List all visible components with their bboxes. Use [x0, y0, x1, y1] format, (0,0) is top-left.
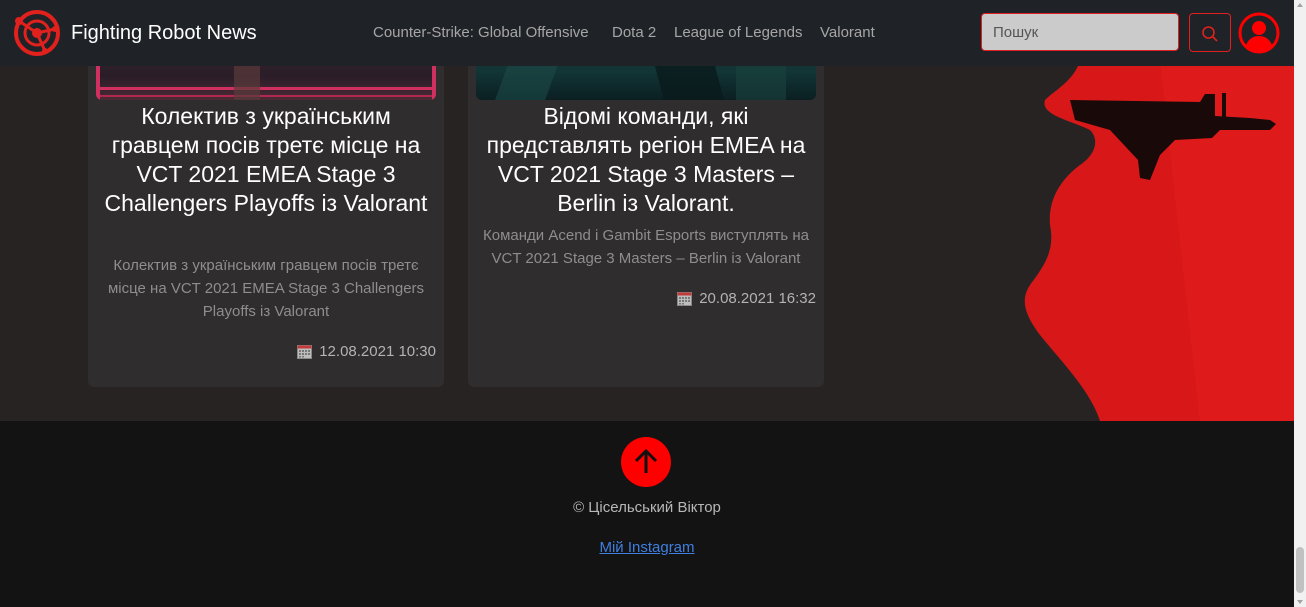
calendar-icon	[297, 345, 313, 359]
instagram-link[interactable]: Мій Instagram	[599, 539, 694, 556]
scroll-thumb[interactable]	[1296, 547, 1304, 593]
nav-link-dota2[interactable]: Dota 2	[612, 24, 656, 41]
article-date-text: 20.08.2021 16:32	[699, 290, 816, 307]
article-title[interactable]: Колектив з українським гравцем посів тре…	[96, 102, 436, 218]
nav-link-lol[interactable]: League of Legends	[674, 24, 802, 41]
nav-link-csgo[interactable]: Counter-Strike: Global Offensive	[373, 24, 589, 41]
search-icon	[1202, 26, 1218, 42]
target-logo-icon[interactable]	[11, 9, 63, 57]
scroll-to-top-button[interactable]	[621, 437, 671, 487]
article-title[interactable]: Відомі команди, які представлять регіон …	[476, 102, 816, 218]
article-card[interactable]: Відомі команди, які представлять регіон …	[468, 40, 824, 387]
top-navbar: Fighting Robot News Counter-Strike: Glob…	[0, 0, 1294, 66]
arrow-up-icon	[634, 448, 658, 473]
user-circle-icon[interactable]	[1238, 12, 1280, 54]
hero-artwork	[1024, 60, 1294, 421]
page-scrollbar[interactable]	[1294, 0, 1306, 607]
article-card[interactable]: Колектив з українським гравцем посів тре…	[88, 40, 444, 387]
copyright-text: © Цісельський Віктор	[573, 499, 721, 516]
search-input[interactable]	[981, 13, 1179, 51]
calendar-icon	[677, 292, 693, 306]
search-button[interactable]	[1189, 13, 1231, 52]
scroll-down-arrow-icon[interactable]	[1297, 600, 1303, 604]
article-date: 12.08.2021 10:30	[297, 343, 436, 360]
nav-link-valorant[interactable]: Valorant	[820, 24, 875, 41]
brand-name[interactable]: Fighting Robot News	[71, 22, 257, 45]
article-description: Команди Acend і Gambit Esports виступлят…	[483, 227, 809, 267]
instagram-link-container: Мій Instagram	[0, 539, 1294, 556]
article-date-text: 12.08.2021 10:30	[319, 343, 436, 360]
scroll-up-arrow-icon[interactable]	[1297, 3, 1303, 7]
article-date: 20.08.2021 16:32	[677, 290, 816, 307]
article-description: Колектив з українським гравцем посів тре…	[107, 257, 425, 320]
